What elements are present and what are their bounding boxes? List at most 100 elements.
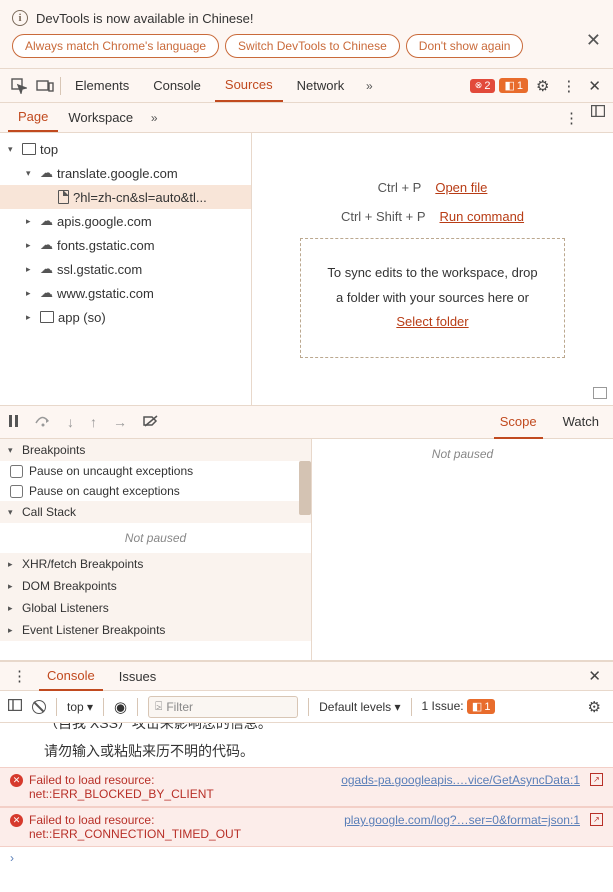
scope-not-paused: Not paused [312, 439, 613, 469]
section-callstack[interactable]: ▾Call Stack [0, 501, 311, 523]
inspect-icon[interactable] [8, 75, 30, 97]
shortcut-openfile-keys: Ctrl + P [378, 180, 422, 195]
context-selector[interactable]: top ▾ [67, 700, 93, 714]
callstack-not-paused: Not paused [0, 523, 311, 553]
tree-node[interactable]: ?hl=zh-cn&sl=auto&tl... [0, 185, 251, 209]
section-breakpoints[interactable]: ▾Breakpoints [0, 439, 311, 461]
close-devtools-icon[interactable]: ✕ [584, 73, 605, 99]
console-prompt[interactable]: › [0, 847, 613, 869]
open-in-new-icon[interactable]: ↗ [590, 813, 603, 826]
file-tree: ▾ top ▾translate.google.com?hl=zh-cn&sl=… [0, 133, 252, 405]
pause-caught-checkbox[interactable] [10, 485, 23, 498]
warning-count-badge[interactable]: ◧ 1 [499, 78, 528, 93]
frame-icon [40, 311, 54, 323]
step-over-icon[interactable] [35, 414, 51, 430]
frame-icon [22, 143, 36, 155]
cloud-icon [40, 261, 53, 277]
cloud-icon [40, 213, 53, 229]
open-file-link[interactable]: Open file [435, 180, 487, 195]
close-drawer-icon[interactable]: ✕ [584, 663, 605, 689]
tree-node[interactable]: ▾translate.google.com [0, 161, 251, 185]
file-icon [58, 190, 69, 204]
sources-subtabs: Page Workspace » ⋮ [0, 103, 613, 133]
tree-node[interactable]: ▸www.gstatic.com [0, 281, 251, 305]
drawer-tab-console[interactable]: Console [39, 662, 103, 691]
tab-network[interactable]: Network [287, 70, 355, 101]
section-xhr-breakpoints[interactable]: ▸XHR/fetch Breakpoints [0, 553, 311, 575]
error-source-link[interactable]: play.google.com/log?…ser=0&format=json:1 [344, 813, 580, 827]
step-into-icon[interactable]: ↓ [67, 414, 74, 430]
section-event-breakpoints[interactable]: ▸Event Listener Breakpoints [0, 619, 311, 641]
workspace-drop-zone[interactable]: To sync edits to the workspace, drop a f… [300, 238, 564, 358]
toggle-editor-panel-icon[interactable] [593, 387, 607, 399]
run-command-link[interactable]: Run command [440, 209, 525, 224]
section-dom-breakpoints[interactable]: ▸DOM Breakpoints [0, 575, 311, 597]
subtab-workspace[interactable]: Workspace [58, 104, 143, 131]
tab-console[interactable]: Console [143, 70, 211, 101]
tree-node[interactable]: ▸app (so) [0, 305, 251, 329]
tab-watch[interactable]: Watch [557, 406, 605, 439]
subtab-page[interactable]: Page [8, 103, 58, 132]
drawer-menu-icon[interactable]: ⋮ [8, 663, 31, 689]
log-levels-selector[interactable]: Default levels ▾ [319, 700, 400, 714]
cloud-icon [40, 237, 53, 253]
dont-show-button[interactable]: Don't show again [406, 34, 524, 58]
match-language-button[interactable]: Always match Chrome's language [12, 34, 219, 58]
editor-empty-state: Ctrl + P Open file Ctrl + Shift + P Run … [252, 133, 613, 405]
section-global-listeners[interactable]: ▸Global Listeners [0, 597, 311, 619]
tab-elements[interactable]: Elements [65, 70, 139, 101]
shortcut-runcmd-keys: Ctrl + Shift + P [341, 209, 426, 224]
console-warning-text-cn: （自我 XSS）攻击来影响您的信息。 [0, 723, 613, 739]
filter-icon: ⍄ [155, 699, 162, 714]
debugger-toolbar: ↓ ↑ → Scope Watch [0, 405, 613, 439]
toggle-navigator-icon[interactable] [591, 105, 605, 131]
error-icon: ✕ [10, 814, 23, 827]
issues-indicator[interactable]: 1 Issue: ◧ 1 [422, 699, 496, 714]
error-source-link[interactable]: ogads-pa.googleapis.…vice/GetAsyncData:1 [341, 773, 580, 787]
console-body: （自我 XSS）攻击来影响您的信息。 请勿输入或粘贴来历不明的代码。 ✕Fail… [0, 723, 613, 869]
language-banner: i DevTools is now available in Chinese! … [0, 0, 613, 69]
deactivate-breakpoints-icon[interactable] [143, 414, 159, 430]
console-settings-icon[interactable]: ⚙ [584, 694, 605, 720]
cloud-icon [40, 165, 53, 181]
console-warning-text-cn2: 请勿输入或粘贴来历不明的代码。 [0, 739, 613, 767]
kebab-menu-icon[interactable]: ⋮ [557, 73, 580, 99]
select-folder-link[interactable]: Select folder [396, 314, 468, 329]
info-icon: i [12, 10, 28, 26]
clear-console-icon[interactable] [32, 700, 46, 714]
tab-sources[interactable]: Sources [215, 69, 283, 102]
tab-scope[interactable]: Scope [494, 406, 543, 439]
banner-close-icon[interactable]: ✕ [586, 30, 601, 51]
cloud-icon [40, 285, 53, 301]
console-error-row: ✕Failed to load resource:net::ERR_CONNEC… [0, 807, 613, 847]
step-out-icon[interactable]: ↑ [90, 414, 97, 430]
tree-top[interactable]: ▾ top [0, 137, 251, 161]
pause-icon[interactable] [8, 414, 19, 430]
console-error-row: ✕Failed to load resource:net::ERR_BLOCKE… [0, 767, 613, 807]
banner-title: DevTools is now available in Chinese! [36, 11, 254, 26]
console-drawer-tabs: ⋮ Console Issues ✕ [0, 661, 613, 691]
toggle-sidebar-icon[interactable] [8, 699, 22, 714]
main-tabbar: Elements Console Sources Network » ⊗2 ◧ … [0, 69, 613, 103]
more-subtabs-icon[interactable]: » [143, 107, 165, 129]
console-toolbar: top ▾ ◉ ⍄Filter Default levels ▾ 1 Issue… [0, 691, 613, 723]
step-icon[interactable]: → [113, 414, 127, 430]
tree-node[interactable]: ▸apis.google.com [0, 209, 251, 233]
debugger-left-panel: ▾Breakpoints Pause on uncaught exception… [0, 439, 312, 660]
live-expression-icon[interactable]: ◉ [114, 698, 127, 716]
console-filter-input[interactable]: ⍄Filter [148, 696, 298, 718]
open-in-new-icon[interactable]: ↗ [590, 773, 603, 786]
pause-uncaught-checkbox[interactable] [10, 465, 23, 478]
error-icon: ✕ [10, 774, 23, 787]
tree-node[interactable]: ▸ssl.gstatic.com [0, 257, 251, 281]
error-count-badge[interactable]: ⊗2 [470, 79, 496, 93]
more-tabs-icon[interactable]: » [358, 75, 380, 97]
settings-icon[interactable]: ⚙ [532, 73, 553, 99]
drawer-tab-issues[interactable]: Issues [111, 663, 165, 690]
device-icon[interactable] [34, 75, 56, 97]
navigator-menu-icon[interactable]: ⋮ [560, 105, 583, 131]
switch-chinese-button[interactable]: Switch DevTools to Chinese [225, 34, 400, 58]
scope-panel: Not paused [312, 439, 613, 660]
tree-node[interactable]: ▸fonts.gstatic.com [0, 233, 251, 257]
scrollbar[interactable] [299, 461, 311, 515]
